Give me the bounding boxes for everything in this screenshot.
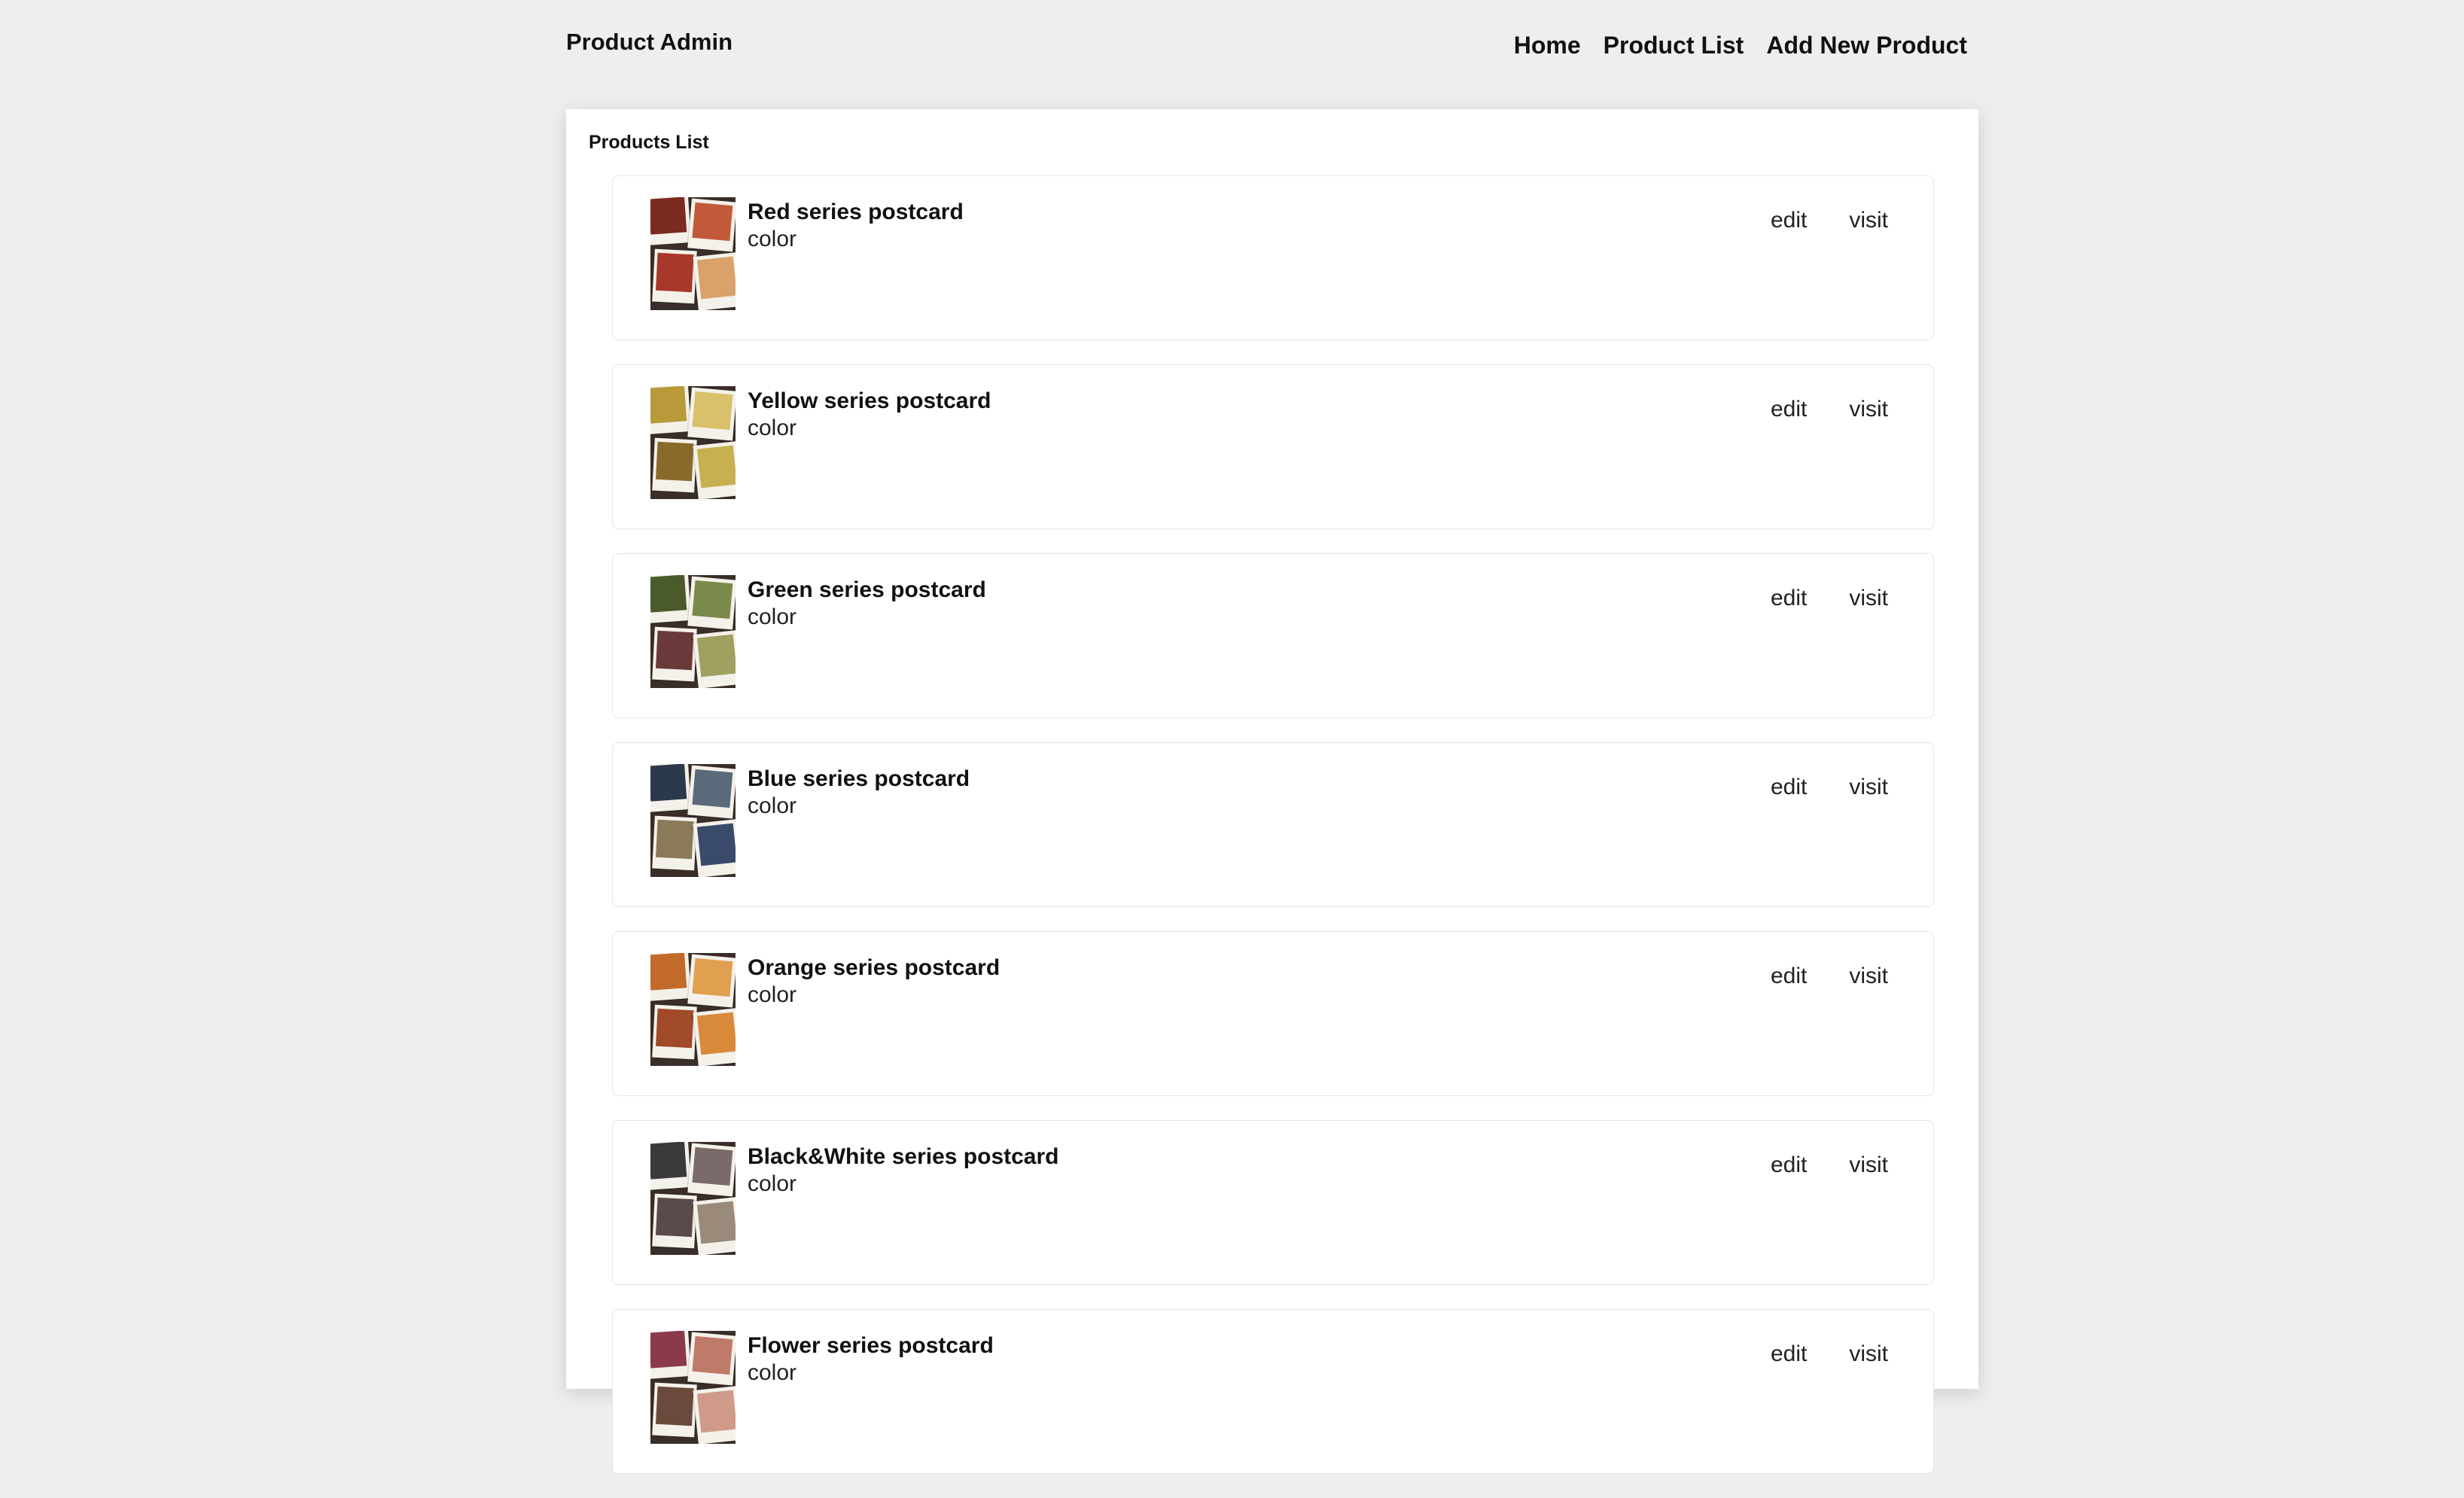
product-name: Yellow series postcard — [748, 388, 991, 413]
product-thumbnail — [650, 386, 736, 499]
product-card: Flower series postcard color edit visit — [612, 1309, 1934, 1474]
product-category: color — [748, 793, 797, 818]
product-info: Flower series postcard color — [748, 1332, 994, 1387]
product-actions: edit visit — [1771, 586, 1888, 611]
nav-home-link[interactable]: Home — [1514, 32, 1581, 59]
nav-product-list-link[interactable]: Product List — [1604, 32, 1744, 59]
product-actions: edit visit — [1771, 397, 1888, 422]
product-thumbnail — [650, 575, 736, 688]
product-name: Flower series postcard — [748, 1333, 994, 1358]
product-category: color — [748, 1171, 797, 1196]
product-thumbnail — [650, 953, 736, 1066]
product-info: Green series postcard color — [748, 577, 986, 631]
edit-link[interactable]: edit — [1771, 586, 1807, 611]
visit-link[interactable]: visit — [1849, 964, 1888, 989]
visit-link[interactable]: visit — [1849, 1152, 1888, 1178]
product-actions: edit visit — [1771, 1152, 1888, 1178]
visit-link[interactable]: visit — [1849, 397, 1888, 422]
edit-link[interactable]: edit — [1771, 208, 1807, 233]
visit-link[interactable]: visit — [1849, 208, 1888, 233]
product-actions: edit visit — [1771, 1341, 1888, 1367]
product-info: Yellow series postcard color — [748, 388, 991, 442]
product-card: Black&White series postcard color edit visi… — [612, 1120, 1934, 1285]
visit-link[interactable]: visit — [1849, 775, 1888, 800]
product-category: color — [748, 227, 797, 251]
edit-link[interactable]: edit — [1771, 397, 1807, 422]
product-thumbnail — [650, 1142, 736, 1255]
product-category: color — [748, 416, 797, 440]
product-info: Orange series postcard color — [748, 955, 1000, 1009]
edit-link[interactable]: edit — [1771, 1341, 1807, 1367]
product-name: Blue series postcard — [748, 766, 970, 791]
product-info: Blue series postcard color — [748, 766, 970, 820]
edit-link[interactable]: edit — [1771, 1152, 1807, 1178]
product-info: Red series postcard color — [748, 199, 964, 253]
visit-link[interactable]: visit — [1849, 586, 1888, 611]
product-card: Yellow series postcard color edit visit — [612, 364, 1934, 529]
product-thumbnail — [650, 764, 736, 877]
edit-link[interactable]: edit — [1771, 775, 1807, 800]
product-name: Green series postcard — [748, 577, 986, 602]
product-category: color — [748, 604, 797, 629]
product-card: Green series postcard color edit visit — [612, 553, 1934, 718]
edit-link[interactable]: edit — [1771, 964, 1807, 989]
products-panel: Products List Red series postcard color ed… — [566, 109, 1978, 1474]
product-category: color — [748, 1360, 797, 1385]
product-name: Red series postcard — [748, 199, 964, 224]
product-list: Red series postcard color edit visit Yellow … — [612, 175, 1934, 1498]
product-thumbnail — [650, 1331, 736, 1444]
product-name: Black&White series postcard — [748, 1144, 1059, 1169]
nav-add-new-product-link[interactable]: Add New Product — [1766, 32, 1967, 59]
panel-title: Products List — [589, 132, 709, 153]
visit-link[interactable]: visit — [1849, 1341, 1888, 1367]
product-actions: edit visit — [1771, 964, 1888, 989]
product-actions: edit visit — [1771, 208, 1888, 233]
product-card: Red series postcard color edit visit — [612, 175, 1934, 340]
product-category: color — [748, 982, 797, 1007]
product-name: Orange series postcard — [748, 955, 1001, 980]
product-card: Blue series postcard color edit visit — [612, 742, 1934, 907]
product-card: Orange series postcard color edit visit — [612, 931, 1934, 1096]
product-thumbnail — [650, 197, 736, 310]
product-info: Black&White series postcard color — [748, 1143, 1058, 1198]
main-nav: Home Product List Add New Product — [1514, 32, 1967, 59]
top-header: Product Admin Home Product List Add New … — [0, 0, 2464, 105]
product-actions: edit visit — [1771, 775, 1888, 800]
brand-title[interactable]: Product Admin — [566, 29, 732, 56]
